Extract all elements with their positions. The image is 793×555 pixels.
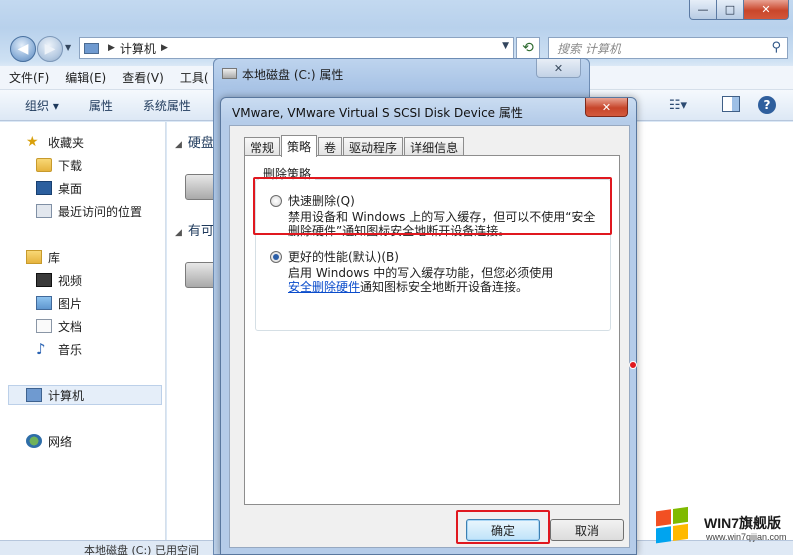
sidebar-item-documents[interactable]: 文档: [0, 316, 166, 336]
menu-view[interactable]: 查看(V): [122, 69, 164, 86]
group-header-label: 硬盘: [187, 136, 214, 151]
search-icon[interactable]: ⚲: [771, 40, 781, 55]
address-bar[interactable]: ▶ 计算机 ▶ ▼: [79, 37, 514, 59]
sidebar-item-label: 计算机: [48, 388, 85, 403]
organize-button[interactable]: 组织 ▾: [25, 97, 59, 114]
video-icon: [36, 273, 52, 287]
group-header-hard-disks[interactable]: ◢ 硬盘: [175, 132, 214, 151]
tab-general[interactable]: 常规: [244, 137, 281, 156]
library-icon: [26, 250, 42, 264]
sidebar-item-computer[interactable]: 计算机: [8, 385, 162, 405]
sidebar-item-label: 库: [48, 250, 61, 265]
address-dropdown-icon[interactable]: ▼: [502, 41, 509, 51]
properties-button[interactable]: 属性: [89, 97, 113, 114]
forward-button[interactable]: ▶: [37, 36, 63, 62]
search-placeholder: 搜索 计算机: [557, 41, 621, 56]
refresh-icon: ⟲: [522, 40, 534, 56]
dialog-title: VMware, VMware Virtual S SCSI Disk Devic…: [232, 106, 523, 120]
sidebar-item-label: 下载: [58, 158, 83, 173]
sidebar-item-label: 文档: [58, 319, 83, 334]
sidebar-item-label: 音乐: [58, 342, 83, 357]
arrow-left-icon: ◀: [17, 41, 29, 57]
annotation-dot: [629, 361, 637, 369]
sidebar-item-downloads[interactable]: 下载: [0, 155, 166, 175]
group-header-removable[interactable]: ◢ 有可: [175, 220, 214, 239]
search-input[interactable]: 搜索 计算机 ⚲: [548, 37, 788, 59]
sidebar-item-desktop[interactable]: 桌面: [0, 178, 166, 198]
menu-tools[interactable]: 工具(: [180, 69, 209, 86]
menu-edit[interactable]: 编辑(E): [65, 69, 106, 86]
group-header-label: 有可: [187, 224, 214, 239]
desktop-icon: [36, 181, 52, 195]
system-properties-button[interactable]: 系统属性: [143, 97, 191, 114]
sidebar-item-label: 网络: [48, 434, 73, 449]
highlight-quick-removal: [253, 177, 612, 235]
safely-remove-hardware-link[interactable]: 安全删除硬件: [288, 280, 360, 294]
recent-pages-dropdown[interactable]: ▼: [65, 43, 71, 52]
chevron-right-icon[interactable]: ▶: [108, 43, 115, 53]
refresh-button[interactable]: ⟲: [516, 37, 540, 59]
sidebar-item-music[interactable]: ♪ 音乐: [0, 339, 166, 359]
drive-icon: [222, 68, 237, 79]
better-performance-option[interactable]: 更好的性能(默认)(B): [270, 248, 399, 265]
collapse-triangle-icon[interactable]: ◢: [175, 228, 182, 238]
sidebar-item-network[interactable]: 网络: [0, 431, 166, 451]
highlight-ok-button: [456, 510, 550, 544]
status-text: 本地磁盘 (C:) 已用空间: [84, 544, 199, 555]
cancel-button[interactable]: 取消: [550, 519, 624, 541]
computer-icon: [84, 42, 99, 54]
sidebar-item-libraries[interactable]: 库: [0, 247, 166, 267]
sidebar-item-label: 桌面: [58, 181, 83, 196]
navigation-pane: ★ 收藏夹 下载 桌面 最近访问的位置 库 视频 图片 文档 ♪ 音乐 计算机 …: [0, 122, 166, 555]
computer-icon: [26, 388, 42, 402]
description-text: 通知图标安全地断开设备连接。: [360, 280, 529, 294]
description-line: 安全删除硬件通知图标安全地断开设备连接。: [288, 280, 553, 294]
minimize-button[interactable]: —: [689, 0, 717, 20]
better-performance-radio[interactable]: [270, 250, 282, 263]
download-folder-icon: [36, 158, 52, 172]
maximize-button[interactable]: □: [716, 0, 744, 20]
collapse-triangle-icon[interactable]: ◢: [175, 140, 182, 150]
back-button[interactable]: ◀: [10, 36, 36, 62]
music-note-icon: ♪: [36, 340, 46, 358]
windows-logo-icon: [656, 506, 690, 546]
close-button[interactable]: ✕: [536, 59, 581, 78]
sidebar-item-favorites[interactable]: ★ 收藏夹: [0, 132, 166, 152]
breadcrumb-computer[interactable]: 计算机: [120, 40, 156, 57]
chevron-right-icon[interactable]: ▶: [161, 43, 168, 53]
tab-policies[interactable]: 策略: [281, 135, 318, 157]
menu-file[interactable]: 文件(F): [9, 69, 49, 86]
sidebar-item-label: 最近访问的位置: [58, 204, 143, 219]
sidebar-item-pictures[interactable]: 图片: [0, 293, 166, 313]
better-performance-label: 更好的性能(默认)(B): [288, 250, 399, 264]
watermark-brand: WIN7旗舰版: [704, 515, 781, 531]
description-line: 启用 Windows 中的写入缓存功能，但您必须使用: [288, 266, 554, 280]
tab-driver[interactable]: 驱动程序: [343, 137, 404, 156]
close-button[interactable]: ✕: [585, 98, 628, 117]
network-icon: [26, 434, 42, 448]
preview-pane-icon[interactable]: [722, 96, 740, 112]
star-icon: ★: [26, 134, 39, 150]
better-performance-description: 启用 Windows 中的写入缓存功能，但您必须使用 安全删除硬件通知图标安全地…: [288, 266, 553, 294]
help-icon[interactable]: ?: [758, 96, 776, 114]
sidebar-item-label: 视频: [58, 273, 83, 288]
tab-strip: 常规 策略 卷 驱动程序 详细信息: [244, 134, 465, 157]
sidebar-item-recent[interactable]: 最近访问的位置: [0, 201, 166, 221]
tab-volumes[interactable]: 卷: [318, 137, 343, 156]
sidebar-item-label: 收藏夹: [48, 135, 85, 150]
close-button[interactable]: ✕: [743, 0, 789, 20]
device-properties-dialog: VMware, VMware Virtual S SCSI Disk Devic…: [220, 97, 637, 555]
view-options-icon[interactable]: ☷▾: [666, 96, 690, 114]
recent-places-icon: [36, 204, 52, 218]
tab-details[interactable]: 详细信息: [404, 137, 465, 156]
sidebar-item-label: 图片: [58, 296, 83, 311]
watermark: WIN7旗舰版 www.win7qijian.com: [646, 503, 793, 555]
document-icon: [36, 319, 52, 333]
sidebar-item-videos[interactable]: 视频: [0, 270, 166, 290]
dialog-title: 本地磁盘 (C:) 属性: [242, 68, 344, 82]
arrow-right-icon: ▶: [44, 41, 56, 57]
watermark-url: www.win7qijian.com: [706, 532, 787, 542]
pictures-icon: [36, 296, 52, 310]
